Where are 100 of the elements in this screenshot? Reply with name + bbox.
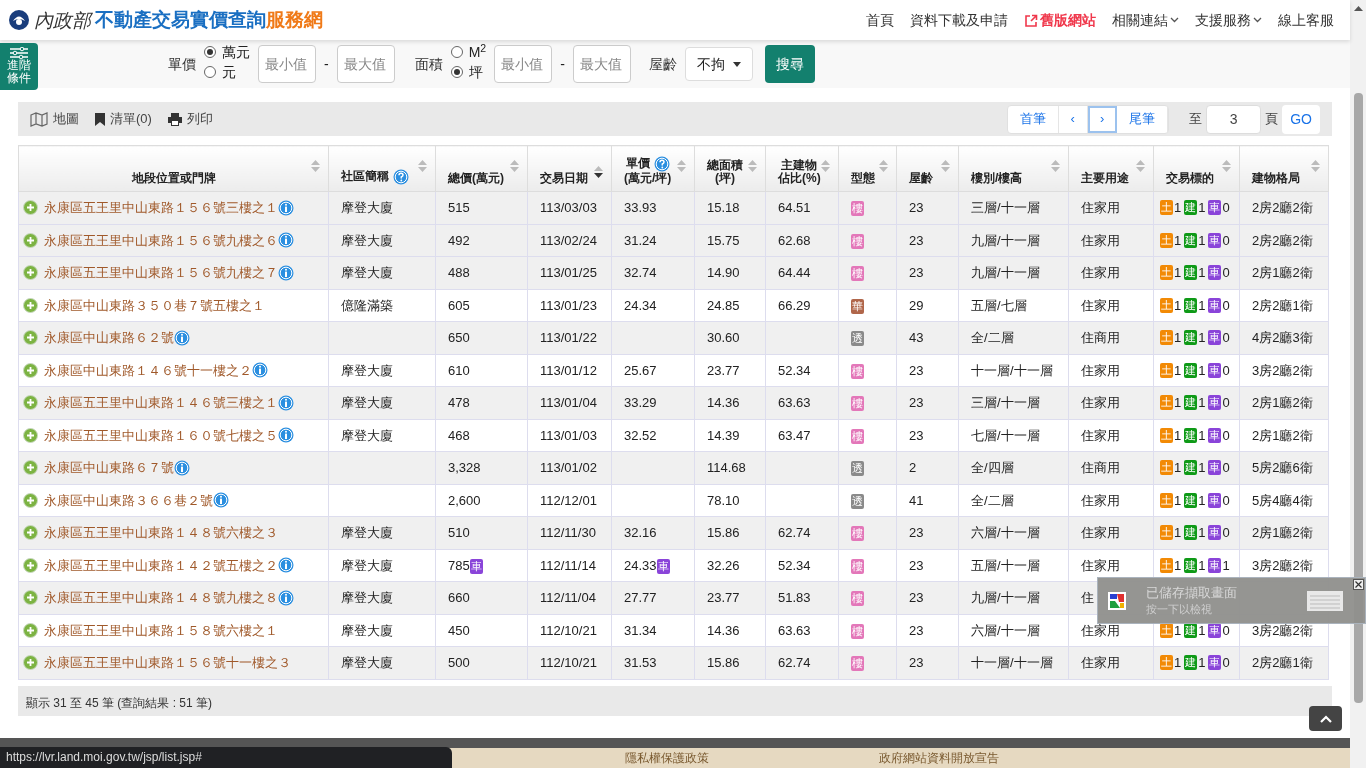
table-cell: 摩登大廈: [341, 265, 393, 280]
column-header[interactable]: 型態: [838, 145, 897, 192]
table-cell-text: 1: [1174, 621, 1182, 640]
transaction-badge: 建: [1184, 427, 1198, 443]
nav-link[interactable]: 線上客服: [1278, 9, 1334, 31]
transaction-badge: 建: [1184, 492, 1198, 508]
pager-button[interactable]: 尾筆: [1117, 105, 1169, 133]
building-type-badge: 樓: [851, 363, 864, 379]
column-header[interactable]: 交易標的: [1153, 145, 1240, 192]
table-cell: 2房2廳1衛: [1252, 655, 1313, 670]
table-cell: 33.93: [624, 200, 657, 215]
table-cell: 全/二層: [971, 492, 1014, 508]
nav-dropdown[interactable]: 相關連結: [1112, 9, 1179, 31]
table-cell: 3房2廳2衛: [1252, 622, 1313, 638]
site-title: 不動產交易實價查詢: [95, 7, 266, 32]
table-cell-text: 1: [1174, 426, 1182, 445]
table-cell: 113/01/12: [540, 362, 597, 378]
table-cell: 112/11/14: [540, 557, 596, 573]
table-cell-text: 0: [1222, 394, 1230, 412]
column-header[interactable]: 建物格局: [1239, 145, 1329, 192]
table-cell: 六層/十一層: [971, 622, 1040, 638]
table-cell-text: 1: [1198, 654, 1206, 672]
nav-link[interactable]: 首頁: [866, 9, 894, 31]
table-cell: 五層/十一層: [971, 557, 1040, 573]
nav-dropdown[interactable]: 支援服務: [1195, 9, 1262, 31]
table-cell: 62.74: [778, 655, 811, 670]
column-header[interactable]: 主要用途: [1068, 145, 1154, 192]
table-cell: 43: [909, 330, 924, 345]
footer-link[interactable]: 隱私權保護政策: [625, 749, 709, 767]
page-input[interactable]: 3: [1206, 104, 1262, 134]
transaction-badge: 建: [1184, 525, 1198, 541]
go-button[interactable]: GO: [1282, 104, 1320, 134]
transaction-badge: 建: [1184, 395, 1198, 411]
column-header[interactable]: 總價(萬元): [435, 145, 528, 192]
building-type-badge: 樓: [851, 591, 864, 606]
table-cell: 住家用: [1081, 655, 1120, 670]
footer-link[interactable]: 政府網站資料開放宣告: [879, 749, 999, 767]
transaction-badge: 土: [1160, 297, 1173, 313]
column-header[interactable]: 地段位置或門牌: [18, 145, 329, 192]
table-cell-text: 0: [1222, 296, 1230, 315]
table-cell: 23: [909, 232, 924, 248]
toolbar-link[interactable]: 地圖: [30, 109, 79, 129]
transaction-badge: 車: [1208, 460, 1222, 476]
toolbar-link[interactable]: 清單(0): [95, 109, 152, 129]
table-cell: 23: [909, 655, 924, 670]
table-cell: 63.47: [778, 427, 811, 443]
transaction-badge: 土: [1160, 200, 1173, 216]
search-button[interactable]: 搜尋: [764, 45, 815, 83]
building-type-badge: 華: [851, 298, 864, 314]
column-header[interactable]: 屋齡: [896, 145, 959, 192]
table-cell: 2,600: [448, 492, 481, 508]
table-cell: 51.83: [778, 590, 811, 605]
input-field[interactable]: 最小值: [258, 45, 316, 83]
table-cell: 30.60: [707, 330, 740, 345]
table-cell: 摩登大廈: [341, 395, 393, 410]
advanced-filter-button[interactable]: 進階條件: [0, 43, 38, 90]
table-cell-text: 1: [1198, 556, 1206, 575]
table-cell: 九層/十一層: [971, 590, 1040, 605]
table-cell-text: 0: [1222, 231, 1230, 250]
pager-button[interactable]: ›: [1087, 105, 1118, 133]
radio-option[interactable]: 元: [204, 62, 250, 82]
age-select[interactable]: 不拘: [684, 47, 753, 81]
column-header[interactable]: 主建物 佔比(%): [765, 145, 839, 192]
table-cell: 112/10/21: [540, 622, 597, 638]
pager-button[interactable]: ‹: [1058, 105, 1088, 133]
building-type-badge: 樓: [851, 396, 864, 411]
column-header[interactable]: 社區簡稱: [328, 145, 436, 192]
radio-option[interactable]: 萬元: [204, 42, 250, 62]
column-header[interactable]: 交易日期: [527, 145, 612, 192]
toolbar-link[interactable]: 列印: [167, 109, 213, 129]
transaction-badge: 車: [1208, 395, 1222, 411]
nav-link[interactable]: 舊版網站: [1024, 9, 1096, 31]
table-cell-text: 0: [1222, 361, 1230, 380]
transaction-badge: 車: [1208, 297, 1222, 313]
column-header[interactable]: 單價 (萬元/坪): [611, 145, 695, 192]
table-cell: 492: [448, 232, 470, 248]
table-cell-text: 1: [1174, 556, 1182, 575]
pager-button[interactable]: 首筆: [1007, 105, 1059, 133]
table-cell: 2房1廳2衛: [1252, 265, 1313, 280]
nav-link[interactable]: 資料下載及申請: [910, 9, 1008, 31]
table-cell: 住商用: [1081, 460, 1120, 475]
transaction-badge: 土: [1160, 492, 1173, 508]
table-cell: 23: [909, 395, 924, 410]
column-header[interactable]: 樓別/樓高: [958, 145, 1069, 192]
radio-option[interactable]: M$^{2}$: [450, 42, 487, 62]
notification-title: 已儲存擷取畫面: [1146, 584, 1237, 601]
input-field[interactable]: 最大值: [572, 45, 631, 83]
radio-option[interactable]: 坪: [450, 62, 487, 82]
transaction-badge: 車: [1208, 427, 1222, 443]
input-field[interactable]: 最大值: [336, 45, 395, 83]
table-cell: 住家用: [1081, 622, 1120, 638]
transaction-badge: 車: [1208, 525, 1222, 541]
table-cell: 27.77: [624, 590, 657, 605]
table-cell-text: 1: [1198, 296, 1206, 315]
table-cell: 32.26: [707, 557, 740, 573]
building-type-badge: 透: [851, 493, 864, 509]
table-cell: 78.10: [707, 492, 740, 508]
column-header[interactable]: 總面積 (坪): [694, 145, 766, 192]
table-cell: 3房2廳2衛: [1252, 557, 1313, 573]
input-field[interactable]: 最小值: [494, 45, 553, 83]
